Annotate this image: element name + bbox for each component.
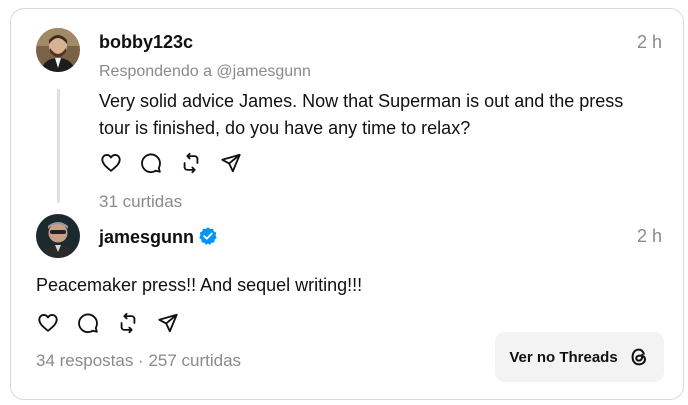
heart-icon[interactable] <box>100 152 122 174</box>
verified-badge-icon <box>199 227 217 245</box>
main-username[interactable]: jamesgunn <box>99 226 218 248</box>
reply-text-line-1: Very solid advice James. Now that Superm… <box>99 91 624 111</box>
share-icon[interactable] <box>220 152 242 174</box>
view-on-threads-button[interactable]: Ver no Threads <box>495 332 664 382</box>
avatar-bobby123c[interactable] <box>36 28 80 72</box>
main-actions <box>37 312 179 334</box>
threads-logo-icon <box>631 348 646 366</box>
reply-actions <box>100 152 242 174</box>
replying-to-label[interactable]: Respondendo a @jamesgunn <box>99 63 311 81</box>
reply-text-line-2: tour is finished, do you have any time t… <box>99 118 471 138</box>
thread-line <box>57 89 60 203</box>
comment-icon[interactable] <box>77 312 99 334</box>
reply-username[interactable]: bobby123c <box>99 32 193 53</box>
main-username-text[interactable]: jamesgunn <box>99 227 194 247</box>
main-text: Peacemaker press!! And sequel writing!!! <box>36 275 363 295</box>
comment-icon[interactable] <box>140 152 162 174</box>
main-time: 2 h <box>637 226 663 246</box>
main-stats: 34 respostas · 257 curtidas <box>36 351 242 370</box>
avatar-jamesgunn[interactable] <box>36 214 80 258</box>
reply-time: 2 h <box>637 32 663 52</box>
view-on-threads-label: Ver no Threads <box>509 348 618 366</box>
repost-icon[interactable] <box>180 152 202 174</box>
repost-icon[interactable] <box>117 312 139 334</box>
reply-text: Very solid advice James. Now that Superm… <box>99 88 623 142</box>
heart-icon[interactable] <box>37 312 59 334</box>
reply-stats: 31 curtidas <box>99 192 183 211</box>
share-icon[interactable] <box>157 312 179 334</box>
